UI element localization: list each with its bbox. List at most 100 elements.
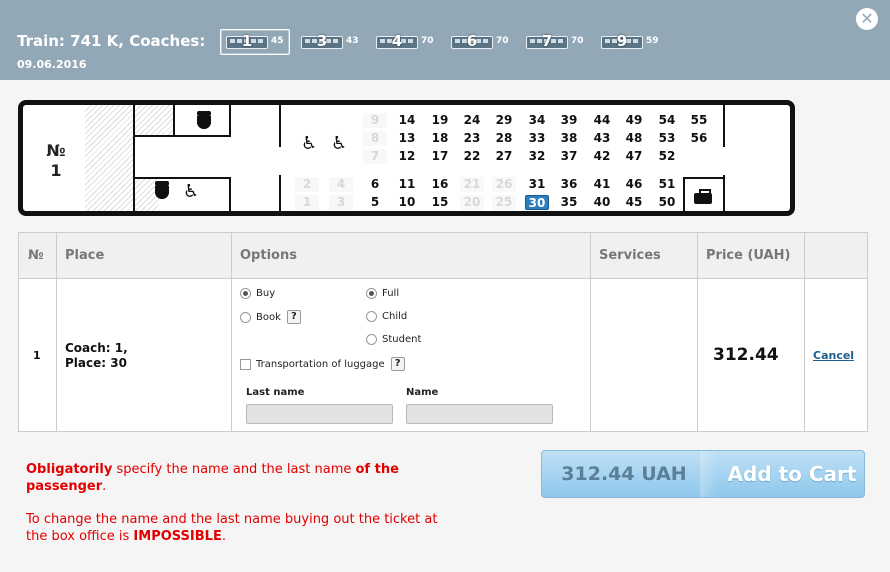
option-full[interactable]: Full — [366, 288, 399, 299]
seat-26: 26 — [492, 177, 516, 192]
radio-buy[interactable] — [240, 288, 251, 299]
seat-27[interactable]: 27 — [492, 149, 516, 164]
seat-25: 25 — [492, 195, 516, 210]
seat-53[interactable]: 53 — [655, 131, 679, 146]
seat-6[interactable]: 6 — [363, 177, 387, 192]
seat-37[interactable]: 37 — [557, 149, 581, 164]
seat-28[interactable]: 28 — [492, 131, 516, 146]
seat-40[interactable]: 40 — [590, 195, 614, 210]
option-child[interactable]: Child — [366, 311, 407, 322]
coach-number: 3 — [316, 32, 328, 50]
partition-wall — [723, 175, 725, 211]
seat-44[interactable]: 44 — [590, 113, 614, 128]
name-input[interactable] — [406, 404, 553, 424]
last-name-input[interactable] — [246, 404, 393, 424]
seat-52[interactable]: 52 — [655, 149, 679, 164]
seat-11[interactable]: 11 — [395, 177, 419, 192]
seat-43[interactable]: 43 — [590, 131, 614, 146]
seat-55[interactable]: 55 — [687, 113, 711, 128]
seat-48[interactable]: 48 — [622, 131, 646, 146]
coach-tab-4[interactable]: 4 70 — [370, 29, 440, 55]
radio-child[interactable] — [366, 311, 377, 322]
warning-strong: IMPOSSIBLE — [133, 529, 222, 544]
seat-32[interactable]: 32 — [525, 149, 549, 164]
seat-21: 21 — [460, 177, 484, 192]
radio-book[interactable] — [240, 311, 251, 323]
coach-tab-6[interactable]: 6 70 — [445, 29, 515, 55]
coach-schema: № 1 ♿ ♿ ♿ 9 8 7 2 1 4 3 6 5 14 13 12 11 … — [18, 100, 795, 216]
seat-23[interactable]: 23 — [460, 131, 484, 146]
coach-free-seats: 43 — [346, 36, 359, 46]
seat-47[interactable]: 47 — [622, 149, 646, 164]
option-book[interactable]: Book ? — [240, 310, 301, 324]
seat-42[interactable]: 42 — [590, 149, 614, 164]
coach-tab-9[interactable]: 9 59 — [595, 29, 665, 55]
option-child-label: Child — [382, 311, 408, 322]
close-icon[interactable]: ✕ — [856, 8, 878, 30]
seat-17[interactable]: 17 — [428, 149, 452, 164]
seat-2: 2 — [295, 177, 319, 192]
help-icon[interactable]: ? — [390, 357, 405, 371]
seat-29[interactable]: 29 — [492, 113, 516, 128]
seat-9: 9 — [363, 113, 387, 128]
seat-35[interactable]: 35 — [557, 195, 581, 210]
radio-full[interactable] — [366, 288, 377, 299]
coach-number: 9 — [616, 32, 628, 50]
add-to-cart-button[interactable]: 312.44 UAH Add to Cart — [541, 450, 865, 498]
checkbox-luggage[interactable] — [240, 358, 251, 370]
place-seat: Place: 30 — [65, 356, 127, 370]
seat-49[interactable]: 49 — [622, 113, 646, 128]
partition-wall — [279, 175, 281, 211]
seat-24[interactable]: 24 — [460, 113, 484, 128]
seat-13[interactable]: 13 — [395, 131, 419, 146]
column-header-services: Services — [590, 233, 697, 279]
coach-tab-7[interactable]: 7 70 — [520, 29, 590, 55]
seat-56[interactable]: 56 — [687, 131, 711, 146]
seat-31[interactable]: 31 — [525, 177, 549, 192]
option-student[interactable]: Student — [366, 334, 421, 345]
seat-18[interactable]: 18 — [428, 131, 452, 146]
option-buy[interactable]: Buy — [240, 288, 275, 299]
seat-36[interactable]: 36 — [557, 177, 581, 192]
cancel-link[interactable]: Cancel — [813, 349, 854, 362]
seat-16[interactable]: 16 — [428, 177, 452, 192]
partition-wall — [279, 105, 281, 147]
seat-54[interactable]: 54 — [655, 113, 679, 128]
option-book-label: Book — [256, 311, 281, 323]
seat-41[interactable]: 41 — [590, 177, 614, 192]
train-date: 09.06.2016 — [17, 58, 87, 71]
seat-15[interactable]: 15 — [428, 195, 452, 210]
seat-19[interactable]: 19 — [428, 113, 452, 128]
coach-number-label-text: № 1 — [46, 141, 66, 180]
seat-45[interactable]: 45 — [622, 195, 646, 210]
coach-tab-3[interactable]: 3 43 — [295, 29, 365, 55]
seat-51[interactable]: 51 — [655, 177, 679, 192]
radio-student[interactable] — [366, 334, 377, 345]
seat-33[interactable]: 33 — [525, 131, 549, 146]
seat-22[interactable]: 22 — [460, 149, 484, 164]
coach-free-seats: 70 — [496, 36, 509, 46]
ticket-price: 312.44 — [713, 345, 779, 365]
seat-5[interactable]: 5 — [363, 195, 387, 210]
seat-46[interactable]: 46 — [622, 177, 646, 192]
seat-50[interactable]: 50 — [655, 195, 679, 210]
column-header-options: Options — [231, 233, 590, 279]
coach-tab-1[interactable]: 1 45 — [220, 29, 290, 55]
option-luggage[interactable]: Transportation of luggage ? — [240, 357, 405, 371]
seat-3: 3 — [329, 195, 353, 210]
seat-12[interactable]: 12 — [395, 149, 419, 164]
divider — [231, 233, 232, 431]
seat-8: 8 — [363, 131, 387, 146]
seat-30[interactable]: 30 — [525, 195, 549, 210]
seat-10[interactable]: 10 — [395, 195, 419, 210]
warning-change-impossible: To change the name and the last name buy… — [26, 511, 446, 545]
option-student-label: Student — [382, 334, 422, 345]
warning-text: specify the name and the last name — [112, 462, 356, 477]
coach-number: 6 — [466, 32, 478, 50]
seat-34[interactable]: 34 — [525, 113, 549, 128]
seat-39[interactable]: 39 — [557, 113, 581, 128]
partition-wall — [723, 105, 725, 147]
seat-38[interactable]: 38 — [557, 131, 581, 146]
seat-14[interactable]: 14 — [395, 113, 419, 128]
help-icon[interactable]: ? — [286, 310, 301, 324]
